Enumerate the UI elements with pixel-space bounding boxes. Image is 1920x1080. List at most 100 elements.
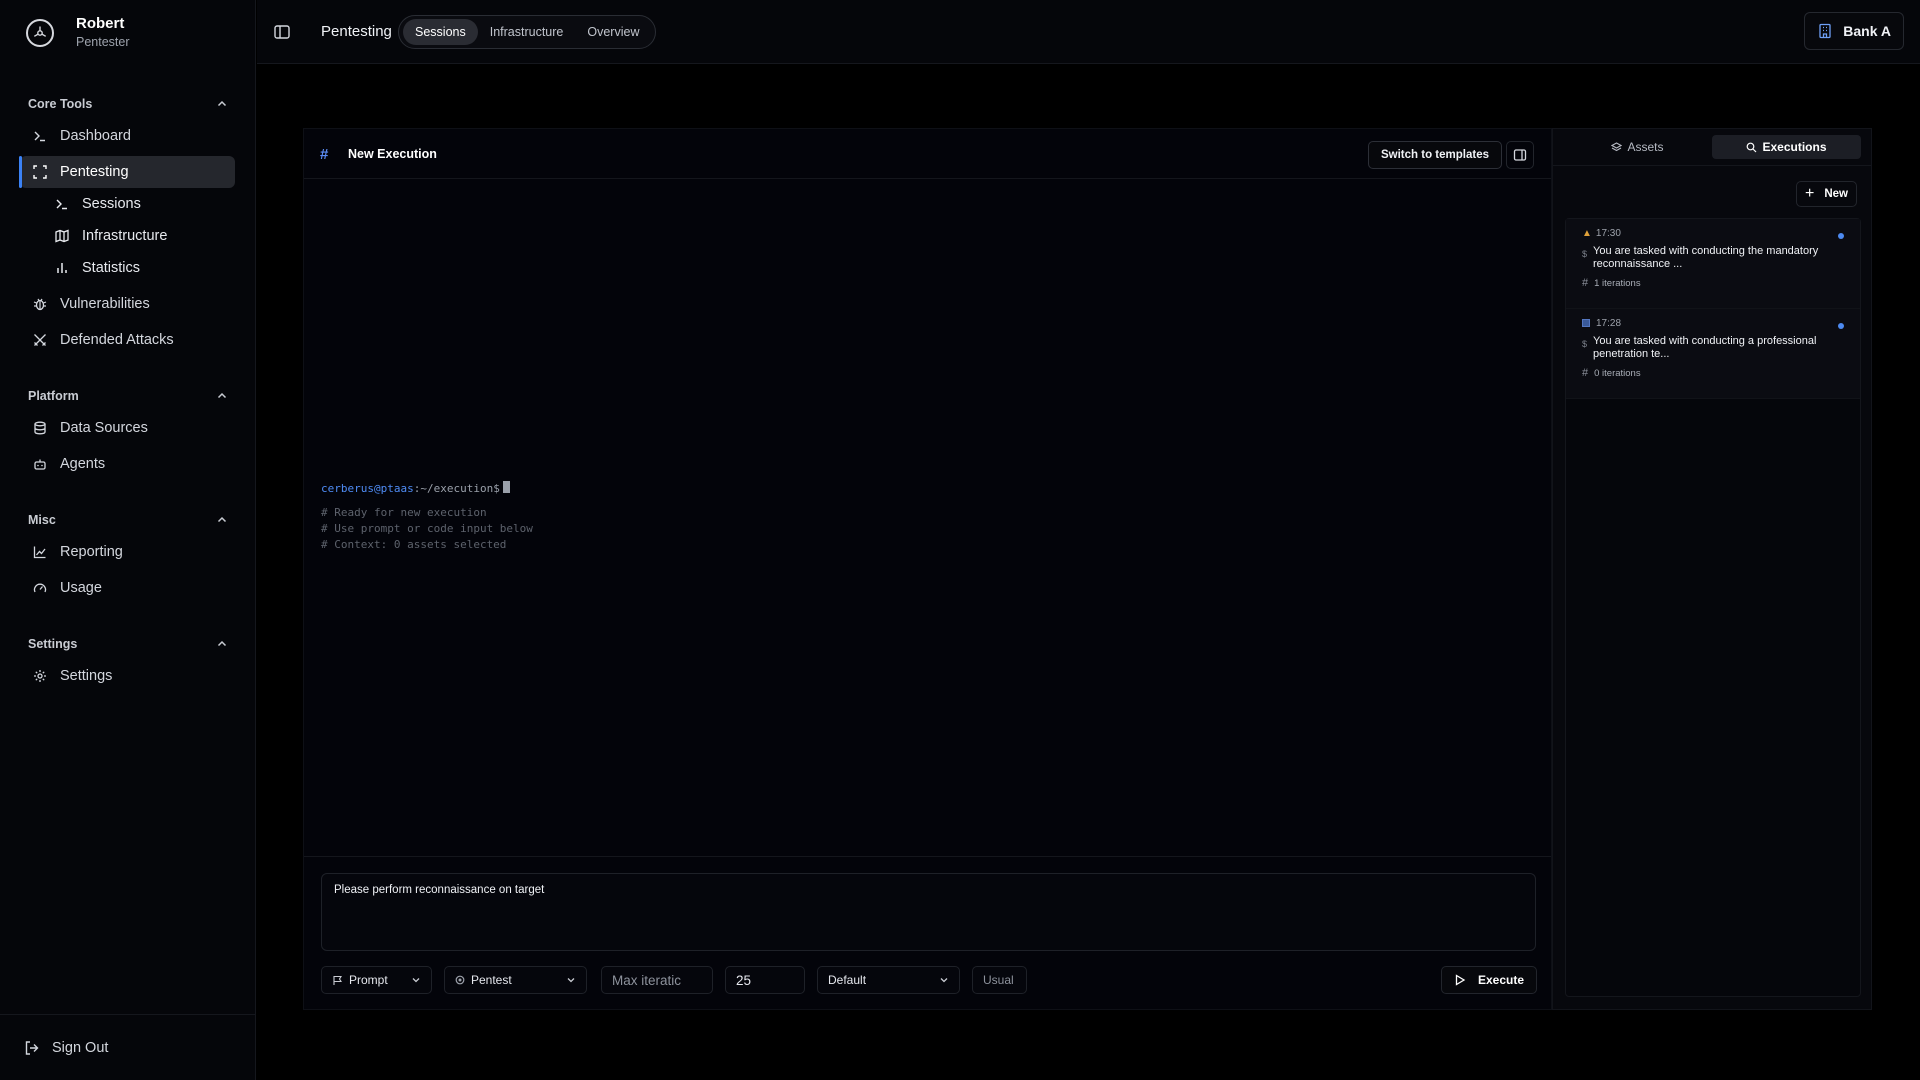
switch-to-templates-button[interactable]: Switch to templates bbox=[1368, 141, 1502, 169]
sidebar-item-reporting[interactable]: Reporting bbox=[20, 536, 235, 568]
sign-out-icon bbox=[25, 1041, 39, 1055]
sidebar-item-dashboard[interactable]: Dashboard bbox=[20, 120, 235, 152]
execution-summary: $ You are tasked with conducting a profe… bbox=[1582, 335, 1844, 361]
tab-sessions[interactable]: Sessions bbox=[403, 19, 478, 45]
search-icon bbox=[1747, 142, 1757, 152]
tab-label: Assets bbox=[1627, 140, 1664, 154]
chevron-down-icon bbox=[412, 978, 420, 983]
divider bbox=[1553, 165, 1871, 166]
hash-icon: # bbox=[320, 146, 329, 163]
dollar-icon: $ bbox=[1582, 249, 1588, 259]
type-select-value: Pentest bbox=[471, 973, 512, 987]
sidebar-item-label: Pentesting bbox=[60, 164, 129, 180]
terminal-line: # Use prompt or code input below bbox=[321, 522, 533, 535]
section-title: Misc bbox=[28, 513, 56, 527]
section-core-tools[interactable]: Core Tools bbox=[28, 94, 228, 114]
flag-icon bbox=[333, 975, 342, 985]
bug-icon bbox=[32, 296, 48, 312]
sign-out-button[interactable]: Sign Out bbox=[24, 1040, 108, 1056]
unread-indicator bbox=[1838, 233, 1844, 239]
executions-list: ▲ 17:30 $ You are tasked with conducting… bbox=[1565, 218, 1861, 997]
gauge-icon bbox=[32, 580, 48, 596]
panel-right-icon bbox=[1513, 149, 1527, 161]
warning-icon: ▲ bbox=[1582, 227, 1592, 239]
terminal-line: # Context: 0 assets selected bbox=[321, 538, 507, 551]
chevron-down-icon bbox=[567, 978, 575, 983]
sign-out-label: Sign Out bbox=[52, 1040, 109, 1056]
execution-iterations: # 1 iterations bbox=[1582, 277, 1844, 289]
execution-text: You are tasked with conducting the manda… bbox=[1593, 245, 1819, 270]
sidebar-item-sessions[interactable]: Sessions bbox=[42, 188, 235, 220]
max-iterations-input[interactable]: Max iteratic bbox=[601, 966, 713, 994]
toggle-side-panel-button[interactable] bbox=[1506, 141, 1534, 169]
sidebar-item-infrastructure[interactable]: Infrastructure bbox=[42, 220, 235, 252]
section-settings[interactable]: Settings bbox=[28, 634, 228, 654]
sidebar-item-defended-attacks[interactable]: Defended Attacks bbox=[20, 324, 235, 356]
tab-executions[interactable]: Executions bbox=[1712, 135, 1861, 159]
section-misc[interactable]: Misc bbox=[28, 510, 228, 530]
sidebar-item-label: Statistics bbox=[82, 260, 141, 276]
chevron-down-icon bbox=[940, 978, 948, 983]
sidebar-item-label: Usage bbox=[60, 580, 102, 596]
chevron-up-icon bbox=[217, 640, 227, 647]
sidebar-item-agents[interactable]: Agents bbox=[20, 448, 235, 480]
execution-time-text: 17:30 bbox=[1595, 227, 1621, 239]
usual-input[interactable]: Usual bbox=[972, 966, 1027, 994]
sidebar-item-label: Reporting bbox=[60, 544, 123, 560]
execution-panel: # New Execution Switch to templates cerb… bbox=[303, 128, 1552, 1010]
execution-time: 17:28 bbox=[1582, 317, 1844, 329]
page-title: New Execution bbox=[348, 147, 437, 161]
user-avatar-icon bbox=[26, 19, 54, 47]
line-chart-icon bbox=[32, 544, 48, 560]
building-icon bbox=[1819, 23, 1831, 39]
iterations-text: 0 iterations bbox=[1594, 367, 1641, 379]
sidebar-item-pentesting[interactable]: Pentesting bbox=[19, 156, 235, 188]
sidebar-item-settings[interactable]: Settings bbox=[20, 660, 235, 692]
hash-icon: # bbox=[1582, 367, 1589, 379]
tab-infrastructure[interactable]: Infrastructure bbox=[478, 19, 576, 45]
sidebar-toggle-button[interactable] bbox=[273, 23, 291, 41]
org-switcher-button[interactable]: Bank A bbox=[1804, 12, 1904, 50]
terminal-icon bbox=[32, 128, 48, 144]
terminal-path: :~/execution$ bbox=[413, 482, 500, 495]
map-icon bbox=[54, 228, 70, 244]
side-panel-tabs: Assets Executions bbox=[1563, 135, 1861, 159]
breadcrumb[interactable]: Pentesting bbox=[321, 23, 392, 40]
sidebar-item-label: Sessions bbox=[82, 196, 141, 212]
mode-select[interactable]: Prompt bbox=[321, 966, 432, 994]
user-profile[interactable]: Robert Pentester bbox=[26, 15, 130, 51]
tab-assets[interactable]: Assets bbox=[1563, 135, 1712, 159]
execute-button[interactable]: Execute bbox=[1441, 966, 1537, 994]
execute-label: Execute bbox=[1477, 973, 1525, 987]
gear-icon bbox=[32, 668, 48, 684]
play-icon bbox=[1455, 974, 1466, 986]
scan-icon bbox=[32, 164, 48, 180]
sidebar-item-label: Infrastructure bbox=[82, 228, 168, 244]
type-select[interactable]: Pentest bbox=[444, 966, 587, 994]
sidebar-item-vulnerabilities[interactable]: Vulnerabilities bbox=[20, 288, 235, 320]
divider bbox=[304, 856, 1551, 857]
terminal-cursor bbox=[502, 481, 510, 493]
user-name: Robert bbox=[76, 15, 125, 32]
section-title: Settings bbox=[28, 637, 78, 651]
list-item[interactable]: ▲ 17:30 $ You are tasked with conducting… bbox=[1566, 219, 1860, 309]
section-platform[interactable]: Platform bbox=[28, 386, 228, 406]
terminal-output: cerberus@ptaas:~/execution$ # Ready for … bbox=[321, 481, 533, 553]
target-icon bbox=[455, 975, 465, 985]
prompt-input[interactable]: Please perform reconnaissance on target bbox=[321, 873, 1536, 951]
executions-panel: Assets Executions + New ▲ 17:30 $ You ar… bbox=[1552, 128, 1872, 1010]
mode-select-value: Prompt bbox=[349, 973, 388, 987]
tab-overview[interactable]: Overview bbox=[575, 19, 651, 45]
model-select[interactable]: Default bbox=[817, 966, 960, 994]
iterations-input[interactable]: 25 bbox=[725, 966, 805, 994]
sidebar-item-statistics[interactable]: Statistics bbox=[42, 252, 235, 284]
sidebar-item-label: Agents bbox=[60, 456, 106, 472]
tab-label: Executions bbox=[1762, 140, 1827, 154]
hash-icon: # bbox=[1582, 277, 1589, 289]
terminal-prompt: cerberus@ptaas:~/execution$ bbox=[321, 481, 533, 497]
new-execution-button[interactable]: + New bbox=[1796, 181, 1857, 207]
list-item[interactable]: 17:28 $ You are tasked with conducting a… bbox=[1566, 309, 1860, 399]
sidebar-item-data-sources[interactable]: Data Sources bbox=[20, 412, 235, 444]
iterations-text: 1 iterations bbox=[1594, 277, 1641, 289]
sidebar-item-usage[interactable]: Usage bbox=[20, 572, 235, 604]
